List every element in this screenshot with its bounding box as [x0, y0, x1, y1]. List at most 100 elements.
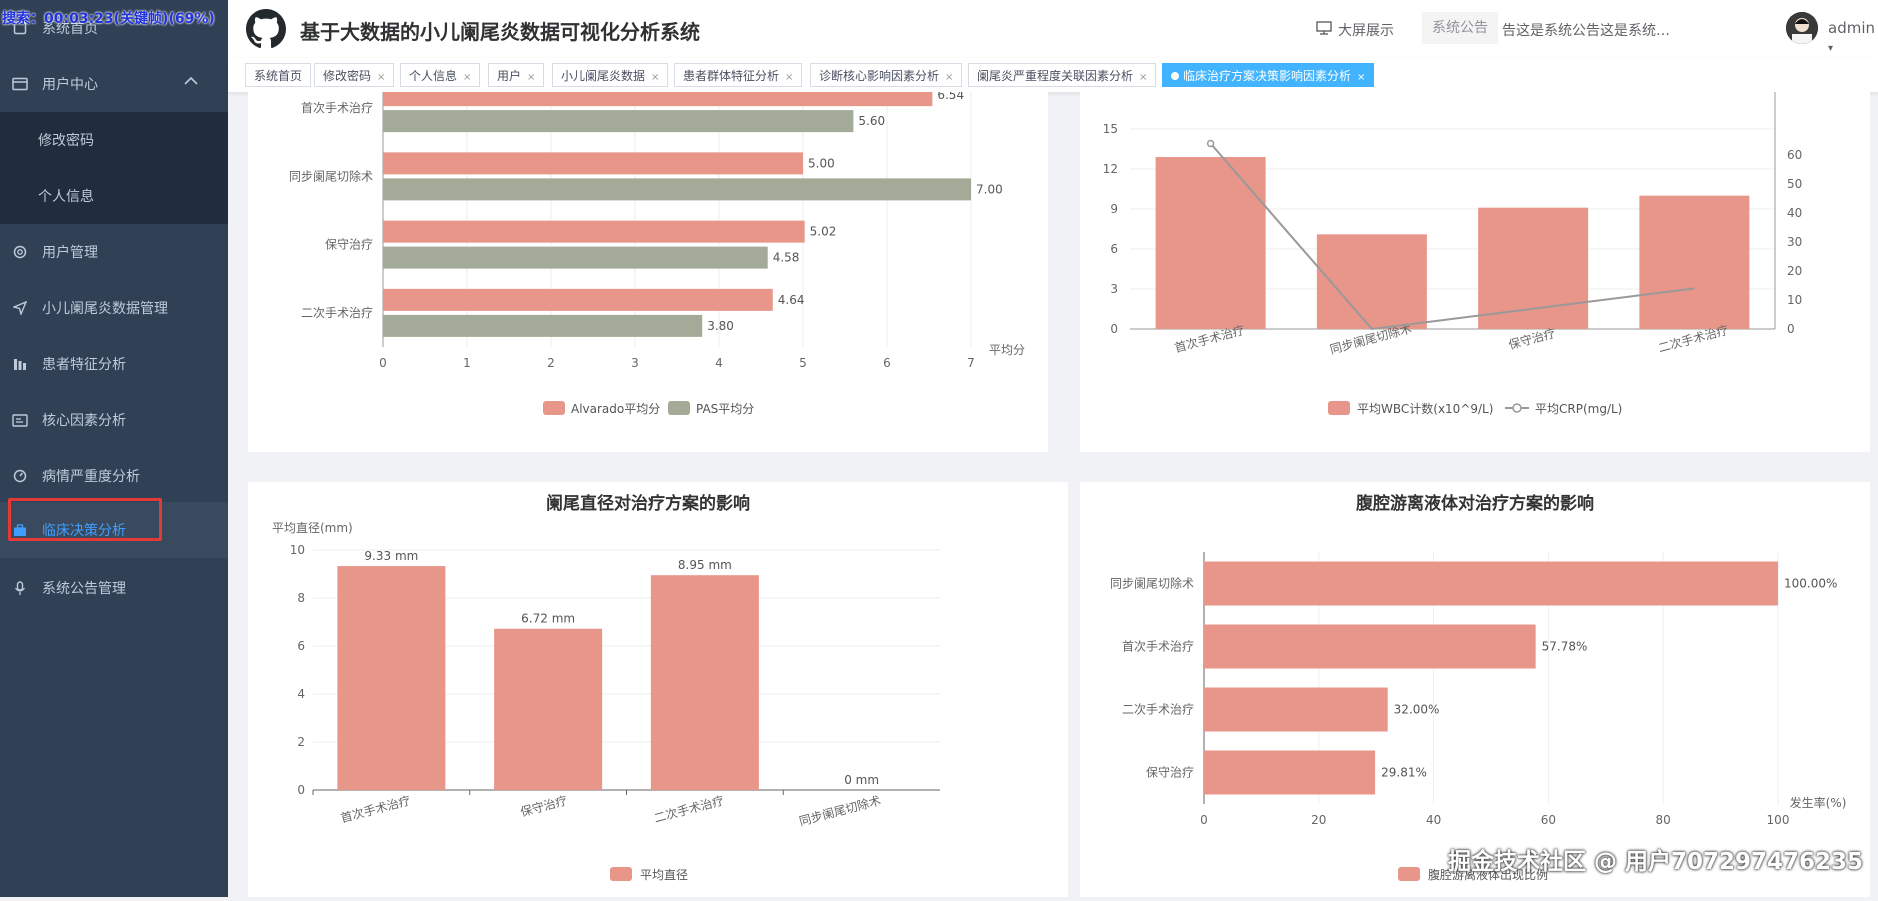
y-tick-label: 保守治疗 [1146, 766, 1194, 780]
x-tick-label: 60 [1541, 813, 1556, 827]
y-tick-label: 同步阑尾切除术 [289, 168, 373, 183]
sidebar-item-notice-manage[interactable]: 系统公告管理 [0, 560, 228, 616]
y-tick-label: 首次手术治疗 [1122, 640, 1194, 654]
tag-clinical-decision[interactable]: 临床治疗方案决策影响因素分析 × [1162, 63, 1375, 87]
big-screen-button[interactable]: 大屏展示 [1316, 20, 1394, 40]
close-icon[interactable]: × [785, 72, 793, 83]
fluid-chart: 腹腔游离液体对治疗方案的影响 0 20 40 60 80 100发生率(%) 100.00% 同… [1110, 493, 1847, 882]
x-tick-label: 4 [715, 356, 723, 370]
user-dropdown[interactable]: admin ▾ [1828, 19, 1878, 55]
chart-title: 阑尾直径对治疗方案的影响 [546, 493, 750, 514]
data-label: 9.33 mm [364, 549, 418, 563]
sidebar-item-user-manage[interactable]: 用户管理 [0, 224, 228, 280]
tag-data[interactable]: 小儿阑尾炎数据 × [552, 63, 669, 87]
legend-label: 平均直径 [640, 868, 688, 882]
sidebar-item-change-password[interactable]: 修改密码 [0, 112, 228, 168]
sidebar-item-severity[interactable]: 病情严重度分析 [0, 448, 228, 504]
user-manage-icon [12, 244, 28, 260]
notice-marquee[interactable]: 告这是系统公告这是系统… [1502, 20, 1670, 40]
tag-label: 小儿阑尾炎数据 [561, 69, 646, 83]
y-right-tick-label: 40 [1787, 206, 1802, 220]
data-label: 57.78% [1542, 640, 1588, 654]
close-icon[interactable]: × [527, 72, 535, 83]
chart-title: 腹腔游离液体对治疗方案的影响 [1356, 493, 1594, 514]
sidebar-item-label: 病情严重度分析 [42, 469, 140, 485]
tag-user[interactable]: 用户 × [488, 63, 545, 87]
y-tick-label: 8 [297, 591, 305, 605]
data-label: 6.54 [937, 92, 964, 102]
y-right-tick-label: 0 [1787, 322, 1795, 336]
y-right-tick-label: 50 [1787, 177, 1802, 191]
bar-fluid [1204, 624, 1536, 669]
tag-patient-analysis[interactable]: 患者群体特征分析 × [674, 63, 803, 87]
user-center-icon [12, 76, 28, 92]
highlight-box [8, 498, 162, 541]
x-axis-title: 发生率(%) [1790, 795, 1847, 810]
tag-severity[interactable]: 阑尾炎严重程度关联因素分析 × [968, 63, 1157, 87]
close-icon[interactable]: × [377, 72, 385, 83]
bar-fluid [1204, 750, 1376, 795]
tag-core-factor[interactable]: 诊断核心影响因素分析 × [810, 63, 963, 87]
bar-alvarado [383, 220, 805, 243]
sidebar-item-user-center[interactable]: 用户中心 [0, 56, 228, 112]
line-crp [1209, 142, 1695, 331]
sidebar-item-label: 核心因素分析 [42, 413, 126, 429]
tag-change-password[interactable]: 修改密码 × [314, 63, 395, 87]
sidebar: 系统首页 用户中心 修改密码 个人信息 用户管理 小儿阑尾炎数据管理 患者特征分… [0, 0, 228, 897]
y-tick-label: 6 [297, 639, 305, 653]
search-timer-overlay: 搜索：00:03:23(关键帧)(69%) [2, 11, 215, 27]
bar-fluid [1204, 687, 1388, 732]
tags-view: 系统首页 修改密码 × 个人信息 × 用户 × 小儿阑尾炎数据 × 患者群体特征分析 × … [228, 58, 1878, 93]
bar-wbc [1478, 207, 1589, 329]
close-icon[interactable]: × [1139, 72, 1147, 83]
y-axis-title: 平均直径(mm) [272, 521, 353, 535]
close-icon[interactable]: × [945, 72, 953, 83]
avatar[interactable] [1786, 12, 1818, 44]
y-left-tick-label: 6 [1110, 242, 1118, 256]
sidebar-item-core-factor[interactable]: 核心因素分析 [0, 392, 228, 448]
x-tick-label: 6 [883, 356, 891, 370]
bar-pas [383, 110, 854, 133]
x-tick-label: 2 [547, 356, 555, 370]
data-label: 6.72 mm [521, 612, 575, 626]
data-label: 3.80 [707, 319, 734, 333]
github-logo-icon[interactable] [246, 9, 286, 49]
y-left-tick-label: 15 [1103, 122, 1118, 136]
chevron-up-icon [184, 74, 198, 90]
tag-label: 诊断核心影响因素分析 [819, 69, 940, 83]
sidebar-item-patient-analysis[interactable]: 患者特征分析 [0, 336, 228, 392]
y-tick-label: 0 [297, 783, 305, 797]
close-icon[interactable]: × [651, 72, 659, 83]
y-tick-label: 二次手术治疗 [1122, 703, 1194, 717]
y-tick-label: 保守治疗 [325, 238, 373, 252]
sidebar-item-label: 患者特征分析 [42, 357, 126, 373]
notice-tag: 系统公告 [1422, 12, 1498, 44]
watermark: 掘金技术社区 @ 用户707297476235 [1448, 849, 1864, 875]
panel-fluid-chart: 腹腔游离液体对治疗方案的影响 0 20 40 60 80 100 发生率(%) 100.00% 同… [1080, 482, 1870, 897]
legend-swatch [1398, 867, 1420, 881]
close-icon[interactable]: × [463, 72, 471, 83]
tag-label: 系统首页 [254, 69, 303, 83]
x-tick-label: 0 [1200, 813, 1208, 827]
legend-label: 平均WBC计数(x10^9/L) [1357, 401, 1493, 416]
bar-wbc [1155, 157, 1266, 329]
data-label: 100.00% [1784, 577, 1837, 591]
tag-home[interactable]: 系统首页 [245, 63, 312, 87]
line-point [1206, 139, 1215, 148]
sidebar-item-profile[interactable]: 个人信息 [0, 168, 228, 224]
y-tick-label: 同步阑尾切除术 [1110, 576, 1194, 591]
sidebar-item-label: 个人信息 [38, 189, 94, 205]
panel-score-chart: 0 1 2 3 4 5 6 7 平均分 首次手术治疗 6.54 5.60 同步阑尾切除术 5.00 7.00… [248, 84, 1048, 452]
x-tick-label: 同步阑尾切除术 [797, 792, 882, 828]
x-tick-label: 1 [463, 356, 471, 370]
sidebar-item-data-manage[interactable]: 小儿阑尾炎数据管理 [0, 280, 228, 336]
data-label: 5.00 [808, 156, 835, 170]
send-icon [12, 300, 28, 316]
data-label: 8.95 mm [678, 558, 732, 572]
x-tick-label: 首次手术治疗 [339, 793, 412, 825]
legend-swatch [668, 401, 690, 415]
tag-profile[interactable]: 个人信息 × [400, 63, 481, 87]
close-icon[interactable]: × [1357, 72, 1365, 83]
data-label: 4.58 [773, 251, 800, 265]
card-icon [12, 412, 28, 428]
